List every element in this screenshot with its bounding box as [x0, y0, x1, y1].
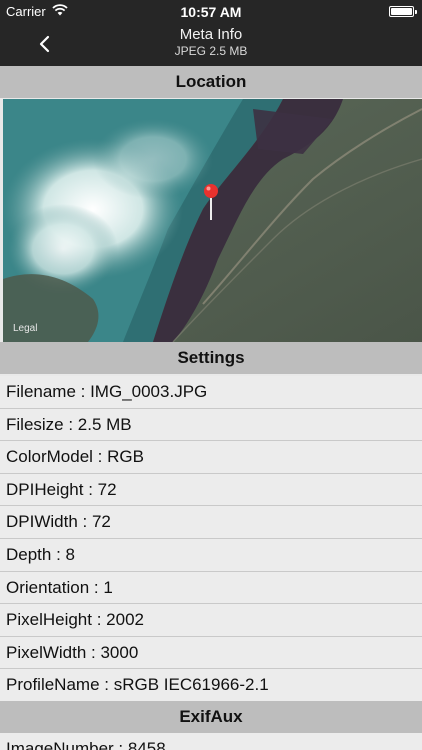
section-header-settings: Settings	[0, 342, 422, 374]
page-title: Meta Info	[179, 26, 243, 43]
location-map[interactable]: Legal	[3, 99, 422, 342]
satellite-map-image	[3, 99, 422, 342]
list-item: Depth : 8	[0, 538, 422, 572]
list-item: Filename : IMG_0003.JPG	[0, 376, 422, 409]
list-item: Orientation : 1	[0, 571, 422, 605]
page-subtitle: JPEG 2.5 MB	[174, 44, 248, 58]
exifaux-list: ImageNumber : 8458	[0, 733, 422, 750]
clock-time: 10:57 AM	[180, 4, 242, 20]
settings-list: Filename : IMG_0003.JPG Filesize : 2.5 MB…	[0, 376, 422, 702]
list-item: DPIWidth : 72	[0, 506, 422, 539]
list-item: PixelHeight : 2002	[0, 604, 422, 637]
battery-icon	[389, 6, 417, 17]
list-item: ColorModel : RGB	[0, 441, 422, 474]
list-item: Filesize : 2.5 MB	[0, 408, 422, 442]
map-legal-link[interactable]: Legal	[13, 323, 37, 334]
list-item: ProfileName : sRGB IEC61966-2.1	[0, 669, 422, 702]
section-header-location: Location	[0, 66, 422, 98]
navigation-bar: Meta Info JPEG 2.5 MB	[0, 22, 422, 66]
list-item: DPIHeight : 72	[0, 473, 422, 507]
status-bar: Carrier 10:57 AM	[0, 0, 422, 22]
list-item: ImageNumber : 8458	[0, 733, 422, 750]
list-item: PixelWidth : 3000	[0, 636, 422, 670]
section-header-exifaux: ExifAux	[0, 701, 422, 733]
